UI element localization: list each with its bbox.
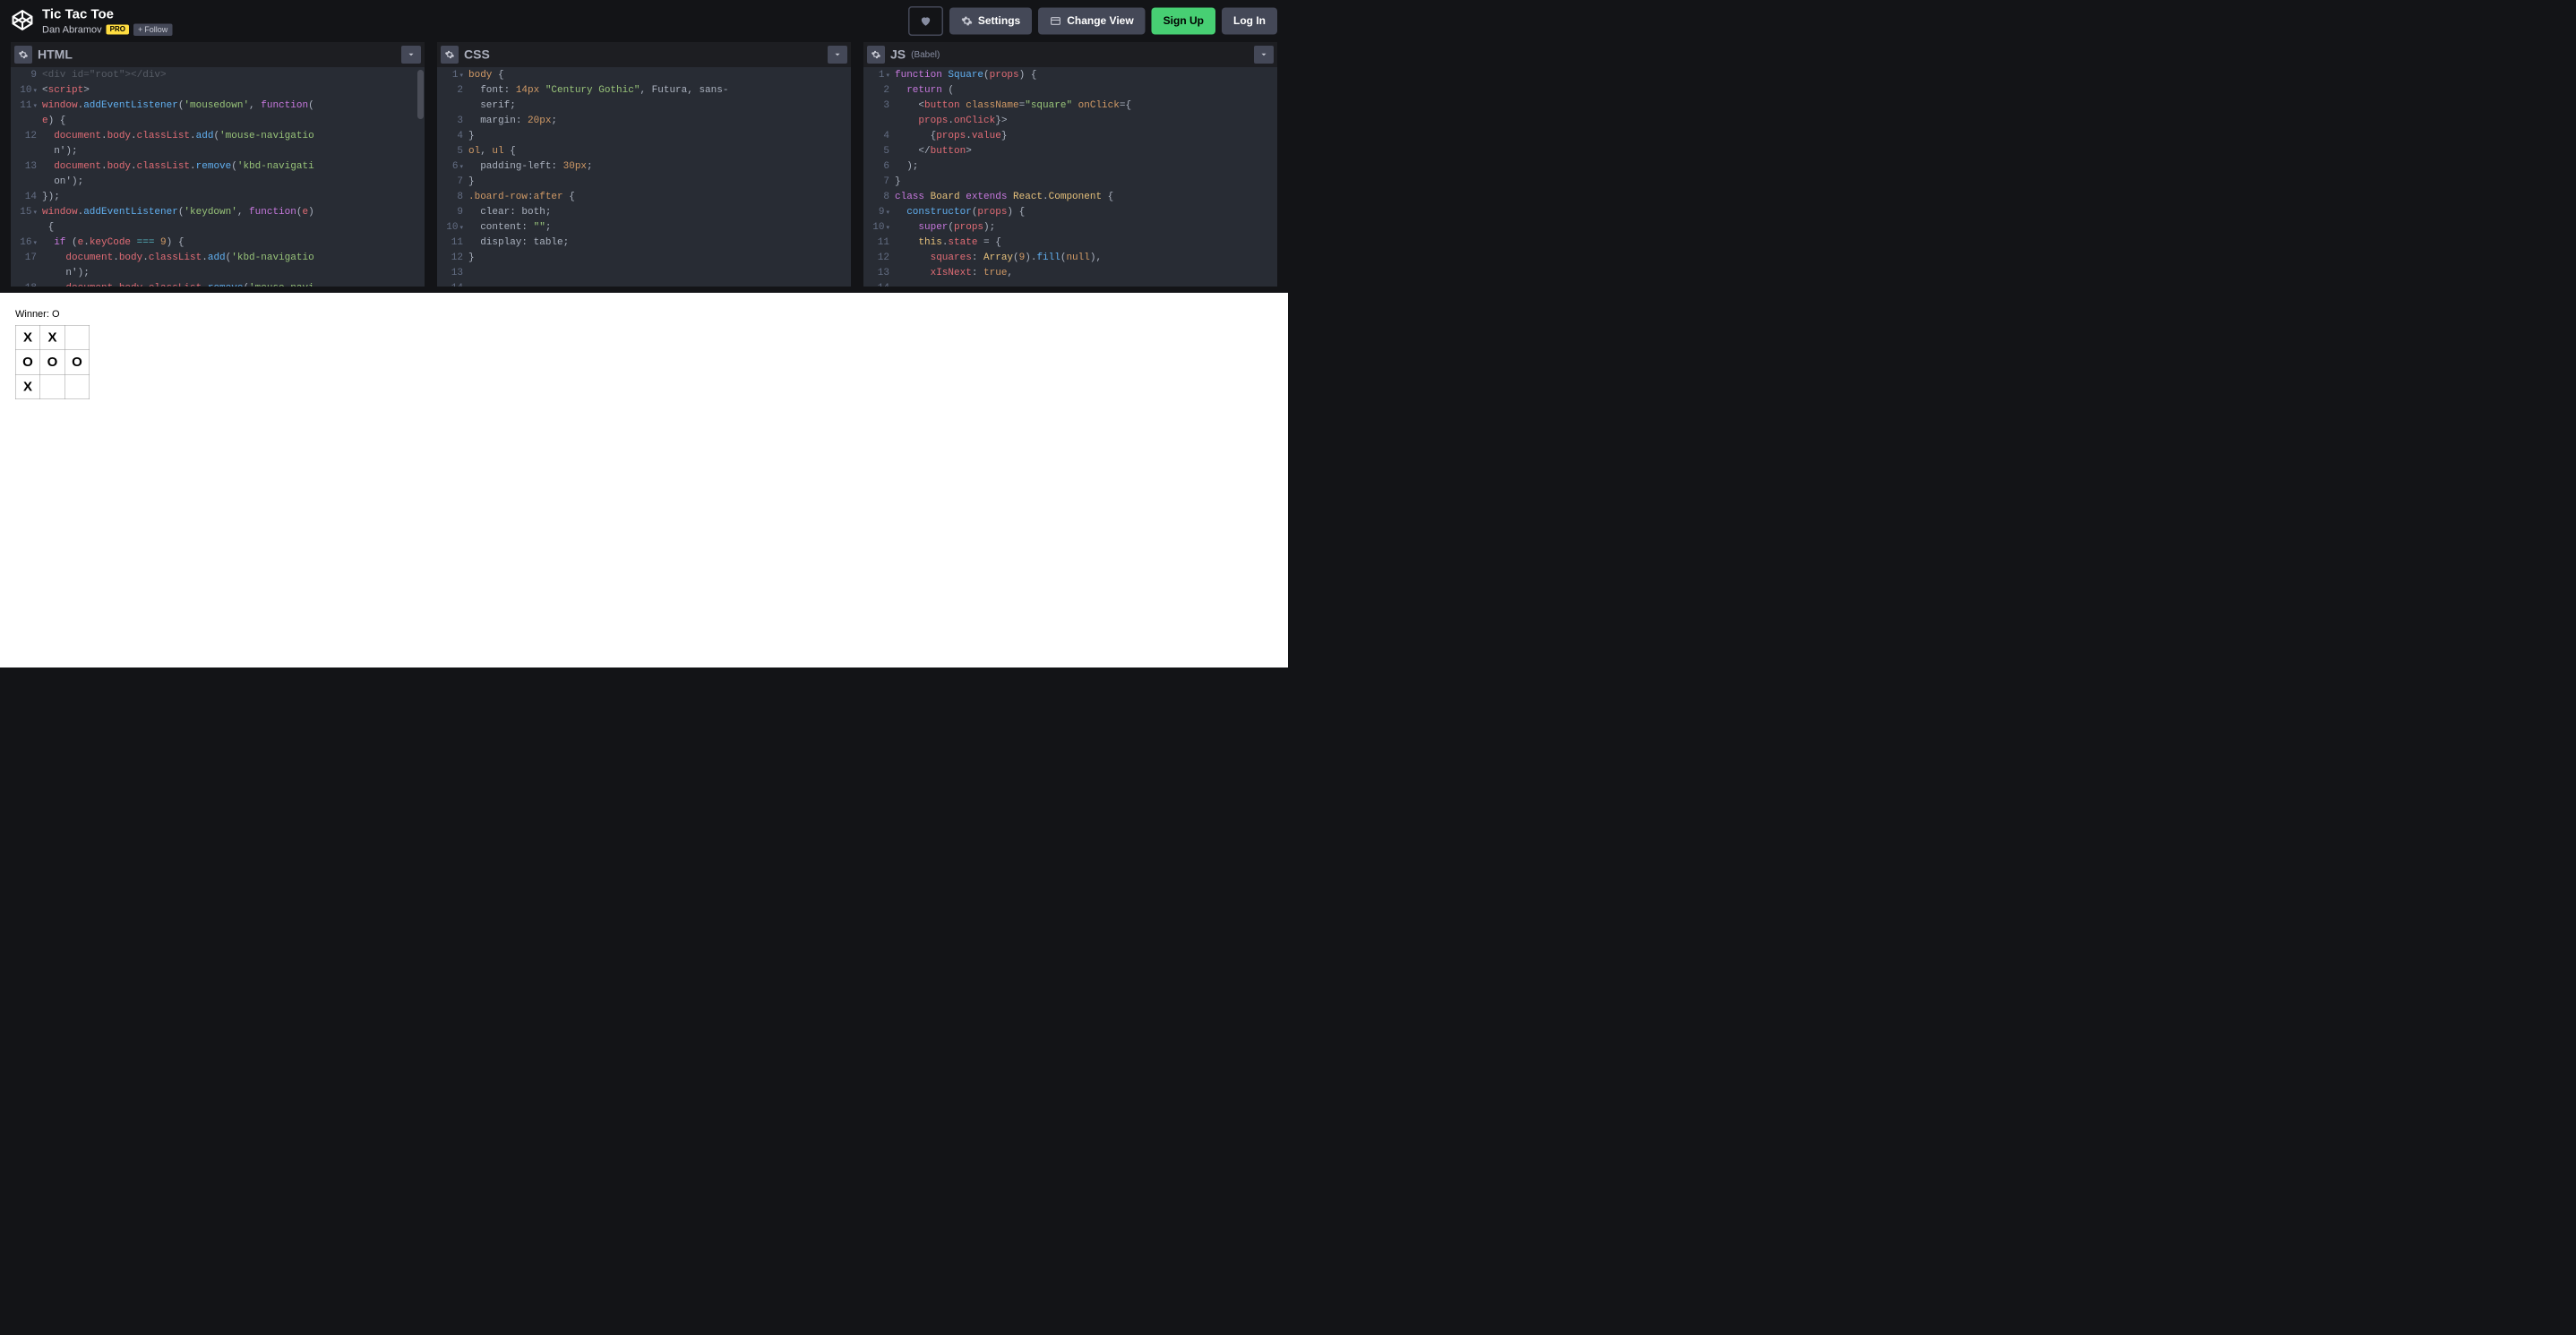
html-code-area[interactable]: 910111213141516171819 <div id="root"></d… [11, 67, 425, 287]
codepen-logo[interactable] [11, 8, 34, 34]
board-square[interactable]: X [40, 325, 65, 350]
js-settings-button[interactable] [867, 46, 885, 64]
board-square[interactable]: O [64, 350, 90, 375]
author-name[interactable]: Dan Abramov [42, 24, 102, 36]
layout-icon [1050, 15, 1061, 27]
output-preview: Winner: O XXOOOX [0, 293, 1288, 668]
gear-icon [961, 15, 973, 27]
change-view-label: Change View [1067, 15, 1133, 28]
signup-button[interactable]: Sign Up [1152, 8, 1215, 35]
js-editor: JS (Babel) 1234567891011121314 function … [863, 42, 1277, 287]
gear-icon [19, 50, 29, 60]
gear-icon [872, 50, 881, 60]
follow-button[interactable]: + Follow [133, 23, 172, 36]
css-editor-header: CSS [437, 42, 851, 67]
css-code-area[interactable]: 1234567891011121314 body { font: 14px "C… [437, 67, 851, 287]
login-label: Log In [1233, 15, 1266, 28]
board-row: X [15, 374, 1273, 399]
js-code-area[interactable]: 1234567891011121314 function Square(prop… [863, 67, 1277, 287]
pro-badge: PRO [107, 25, 129, 35]
chevron-down-icon [1259, 50, 1268, 59]
board-square[interactable] [40, 374, 65, 399]
gear-icon [445, 50, 455, 60]
game-board: XXOOOX [15, 325, 1273, 399]
game-status: Winner: O [15, 308, 1273, 320]
board-square[interactable]: X [15, 325, 40, 350]
html-editor-title: HTML [38, 47, 73, 62]
board-row: XX [15, 325, 1273, 350]
js-editor-title: JS [890, 47, 906, 62]
html-gutter: 910111213141516171819 [11, 67, 42, 287]
settings-button[interactable]: Settings [949, 8, 1032, 35]
board-square[interactable] [64, 374, 90, 399]
pen-title[interactable]: Tic Tac Toe [42, 6, 172, 21]
scrollbar-thumb[interactable] [417, 70, 424, 119]
html-editor: HTML 910111213141516171819 <div id="root… [11, 42, 425, 287]
signup-label: Sign Up [1163, 15, 1204, 28]
js-editor-subtitle: (Babel) [911, 49, 940, 60]
plus-icon: + [138, 25, 142, 35]
board-row: OOO [15, 350, 1273, 375]
chevron-down-icon [833, 50, 842, 59]
css-collapse-button[interactable] [828, 46, 847, 64]
header-bar: Tic Tac Toe Dan Abramov PRO + Follow Set… [0, 0, 1288, 42]
heart-icon [919, 15, 932, 28]
css-editor: CSS 1234567891011121314 body { font: 14p… [437, 42, 851, 287]
html-collapse-button[interactable] [401, 46, 421, 64]
css-editor-title: CSS [464, 47, 490, 62]
css-gutter: 1234567891011121314 [437, 67, 468, 287]
html-code[interactable]: <div id="root"></div><script>window.addE… [42, 67, 425, 287]
follow-label: Follow [144, 25, 167, 35]
board-square[interactable]: X [15, 374, 40, 399]
codepen-logo-icon [11, 8, 34, 31]
css-settings-button[interactable] [441, 46, 459, 64]
css-code[interactable]: body { font: 14px "Century Gothic", Futu… [468, 67, 851, 287]
change-view-button[interactable]: Change View [1038, 8, 1145, 35]
editors-row: HTML 910111213141516171819 <div id="root… [0, 42, 1288, 293]
html-editor-header: HTML [11, 42, 425, 67]
settings-label: Settings [978, 15, 1020, 28]
board-square[interactable]: O [40, 350, 65, 375]
login-button[interactable]: Log In [1222, 8, 1277, 35]
chevron-down-icon [407, 50, 416, 59]
heart-button[interactable] [908, 6, 943, 36]
js-gutter: 1234567891011121314 [863, 67, 895, 287]
js-code[interactable]: function Square(props) { return ( <butto… [895, 67, 1277, 287]
js-editor-header: JS (Babel) [863, 42, 1277, 67]
html-settings-button[interactable] [14, 46, 32, 64]
js-collapse-button[interactable] [1254, 46, 1274, 64]
board-square[interactable]: O [15, 350, 40, 375]
board-square[interactable] [64, 325, 90, 350]
